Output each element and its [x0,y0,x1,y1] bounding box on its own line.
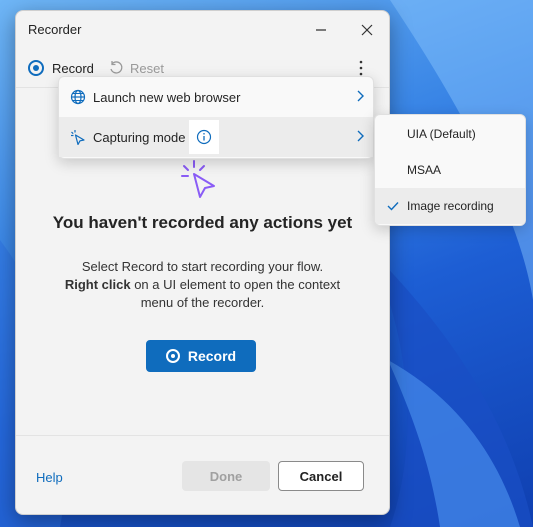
cursor-click-icon [69,128,87,146]
more-vertical-icon [359,60,363,76]
menu-item-capturing-mode-label: Capturing mode [93,129,186,145]
empty-state-headline: You haven't recorded any actions yet [52,213,353,232]
checkmark-icon [387,202,399,211]
capturing-mode-submenu: UIA (Default) MSAA Image recording [374,114,526,226]
record-button[interactable]: Record [146,340,256,372]
more-options-menu: Launch new web browser Capturing mode [58,76,374,159]
menu-item-capturing-mode[interactable]: Capturing mode [59,117,373,157]
close-icon [361,24,373,36]
info-button[interactable] [188,120,219,154]
help-link[interactable]: Help [36,470,63,485]
window-title: Recorder [28,22,82,37]
description-line-3: menu of the recorder. [140,295,265,310]
cancel-button[interactable]: Cancel [278,461,364,491]
toolbar-record-label: Record [52,60,94,76]
description-line-2: Right click on a UI element to open the … [36,276,369,294]
submenu-item-label: Image recording [407,199,494,213]
submenu-item-image-recording[interactable]: Image recording [375,188,525,224]
chevron-right-icon [357,130,364,142]
done-button[interactable]: Done [182,461,270,491]
minimize-icon [316,29,326,31]
submenu-item-uia[interactable]: UIA (Default) [375,116,525,152]
submenu-item-label: MSAA [407,163,442,177]
record-icon [165,349,180,363]
minimize-button[interactable] [299,15,343,45]
toolbar-reset-label: Reset [130,60,164,76]
empty-state-description: Select Record to start recording your fl… [36,258,369,312]
menu-item-launch-browser[interactable]: Launch new web browser [59,77,373,117]
record-button-label: Record [187,348,237,364]
reset-icon [110,61,123,74]
chevron-right-icon [357,90,364,102]
submenu-item-label: UIA (Default) [407,127,476,141]
info-icon [196,129,211,145]
footer: Help Done Cancel [16,435,389,514]
description-line-1: Select Record to start recording your fl… [81,259,324,274]
globe-icon [69,88,87,106]
cursor-click-illustration-icon [181,160,215,198]
description-line-2-rest: on a UI element to open the context [130,277,341,292]
description-bold: Right click [64,277,131,292]
close-button[interactable] [345,15,389,45]
record-icon [28,60,44,76]
menu-item-launch-browser-label: Launch new web browser [93,89,241,105]
title-bar: Recorder [16,11,389,49]
submenu-item-msaa[interactable]: MSAA [375,152,525,188]
